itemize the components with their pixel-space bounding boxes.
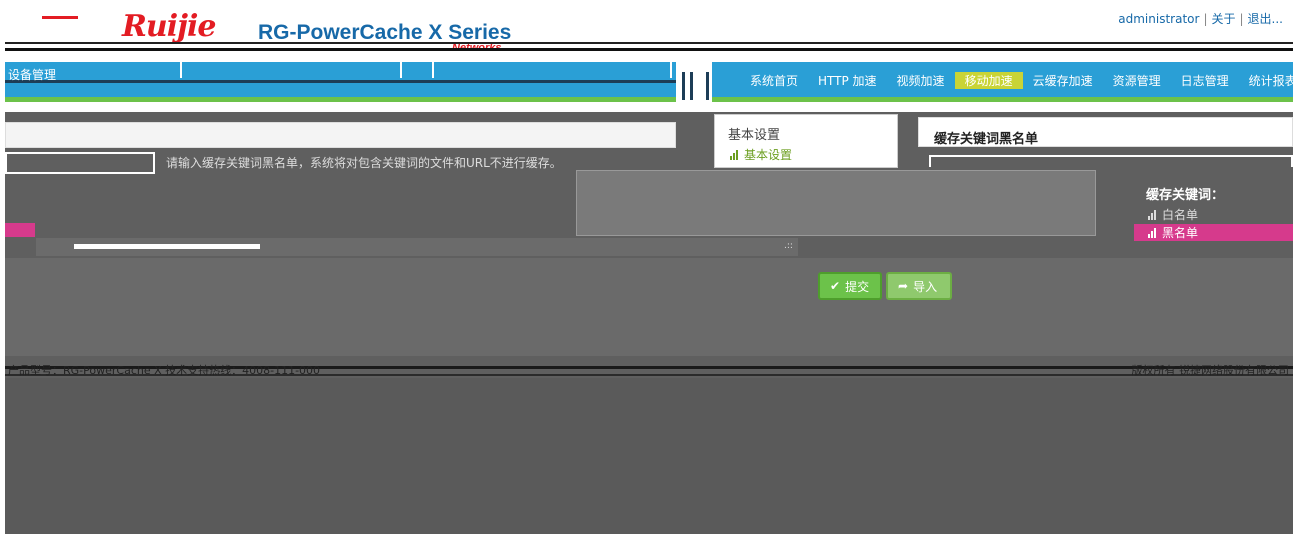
bottom-overlay xyxy=(5,378,1293,534)
bar xyxy=(706,72,709,100)
left-pane-tab xyxy=(5,152,155,174)
submit-label: 提交 xyxy=(845,279,870,294)
about-link[interactable]: 关于 xyxy=(1211,12,1235,26)
side-item-blacklist[interactable]: 黑名单 xyxy=(1134,224,1293,241)
user-link-admin[interactable]: administrator xyxy=(1118,12,1199,26)
menu-item-home[interactable]: 系统首页 xyxy=(740,72,808,89)
menu-item-logs[interactable]: 日志管理 xyxy=(1171,72,1239,89)
left-highlight xyxy=(5,223,35,237)
separator: | xyxy=(1239,12,1244,26)
menu-item-cloud-cache[interactable]: 云缓存加速 xyxy=(1023,72,1103,89)
arrow-icon: ➦ xyxy=(898,279,909,293)
footer-info: 产品型号：RG-PowerCache X 技术支持热线：4008-111-000 xyxy=(8,364,321,377)
menu-item-resources[interactable]: 资源管理 xyxy=(1103,72,1171,89)
header-rule xyxy=(5,48,1293,51)
bar xyxy=(682,72,685,100)
panel-frame xyxy=(929,155,1293,167)
separator: | xyxy=(1203,12,1208,26)
brand-logo: Ruijie xyxy=(122,9,216,44)
keyword-textarea[interactable] xyxy=(576,170,1096,236)
app-window: Ruijie RG-PowerCache X Series Networks a… xyxy=(0,0,1293,534)
signal-bars-icon xyxy=(1148,210,1158,220)
bar xyxy=(690,72,693,100)
menu-item-mobile[interactable]: 移动加速 xyxy=(954,72,1023,89)
keyword-input-value xyxy=(74,244,260,249)
settings-title: 基本设置 xyxy=(728,128,781,143)
menu-item-video[interactable]: 视频加速 xyxy=(887,72,955,89)
footer-copyright: 版权所有 锐捷网络股份有限公司 xyxy=(1131,364,1290,377)
menu-item-reports[interactable]: 统计报表 xyxy=(1239,72,1293,89)
logout-link[interactable]: 退出... xyxy=(1248,12,1283,26)
signal-bars-icon xyxy=(1148,228,1158,238)
nav-divider xyxy=(5,80,685,83)
resize-handle-icon[interactable]: .:: xyxy=(784,241,793,251)
main-menu: 系统首页 HTTP 加速 视频加速 移动加速 云缓存加速 资源管理 日志管理 统… xyxy=(740,72,1293,89)
side-item-whitelist[interactable]: 白名单 xyxy=(1148,206,1198,223)
hint-text: 请输入缓存关键词黑名单，系统将对包含关键词的文件和URL不进行缓存。 xyxy=(166,156,562,170)
side-heading: 缓存关键词： xyxy=(1146,188,1225,203)
product-title: RG-PowerCache X Series xyxy=(258,21,512,44)
tab-outline xyxy=(432,58,672,78)
check-icon: ✔ xyxy=(830,279,841,293)
left-pane-header xyxy=(5,122,676,148)
user-links: administrator | 关于 | 退出... xyxy=(1118,10,1283,27)
tab-device-management[interactable]: 设备管理 xyxy=(8,66,56,83)
submit-button[interactable]: ✔ 提交 xyxy=(818,272,882,300)
nav-underline xyxy=(5,97,1293,102)
menu-item-http[interactable]: HTTP 加速 xyxy=(808,72,887,89)
tab-outline xyxy=(180,58,402,78)
import-label: 导入 xyxy=(913,279,938,294)
settings-link-label: 基本设置 xyxy=(744,148,793,162)
nav-separator xyxy=(676,62,712,102)
logo-mark xyxy=(42,16,78,19)
side-item-label: 黑名单 xyxy=(1162,226,1199,240)
panel-title: 缓存关键词黑名单 xyxy=(934,132,1039,147)
header-rule xyxy=(5,42,1293,44)
content-band xyxy=(5,258,1293,356)
signal-bars-icon xyxy=(730,150,740,160)
settings-link[interactable]: 基本设置 xyxy=(730,146,792,163)
side-item-label: 白名单 xyxy=(1162,208,1199,222)
import-button[interactable]: ➦ 导入 xyxy=(886,272,952,300)
